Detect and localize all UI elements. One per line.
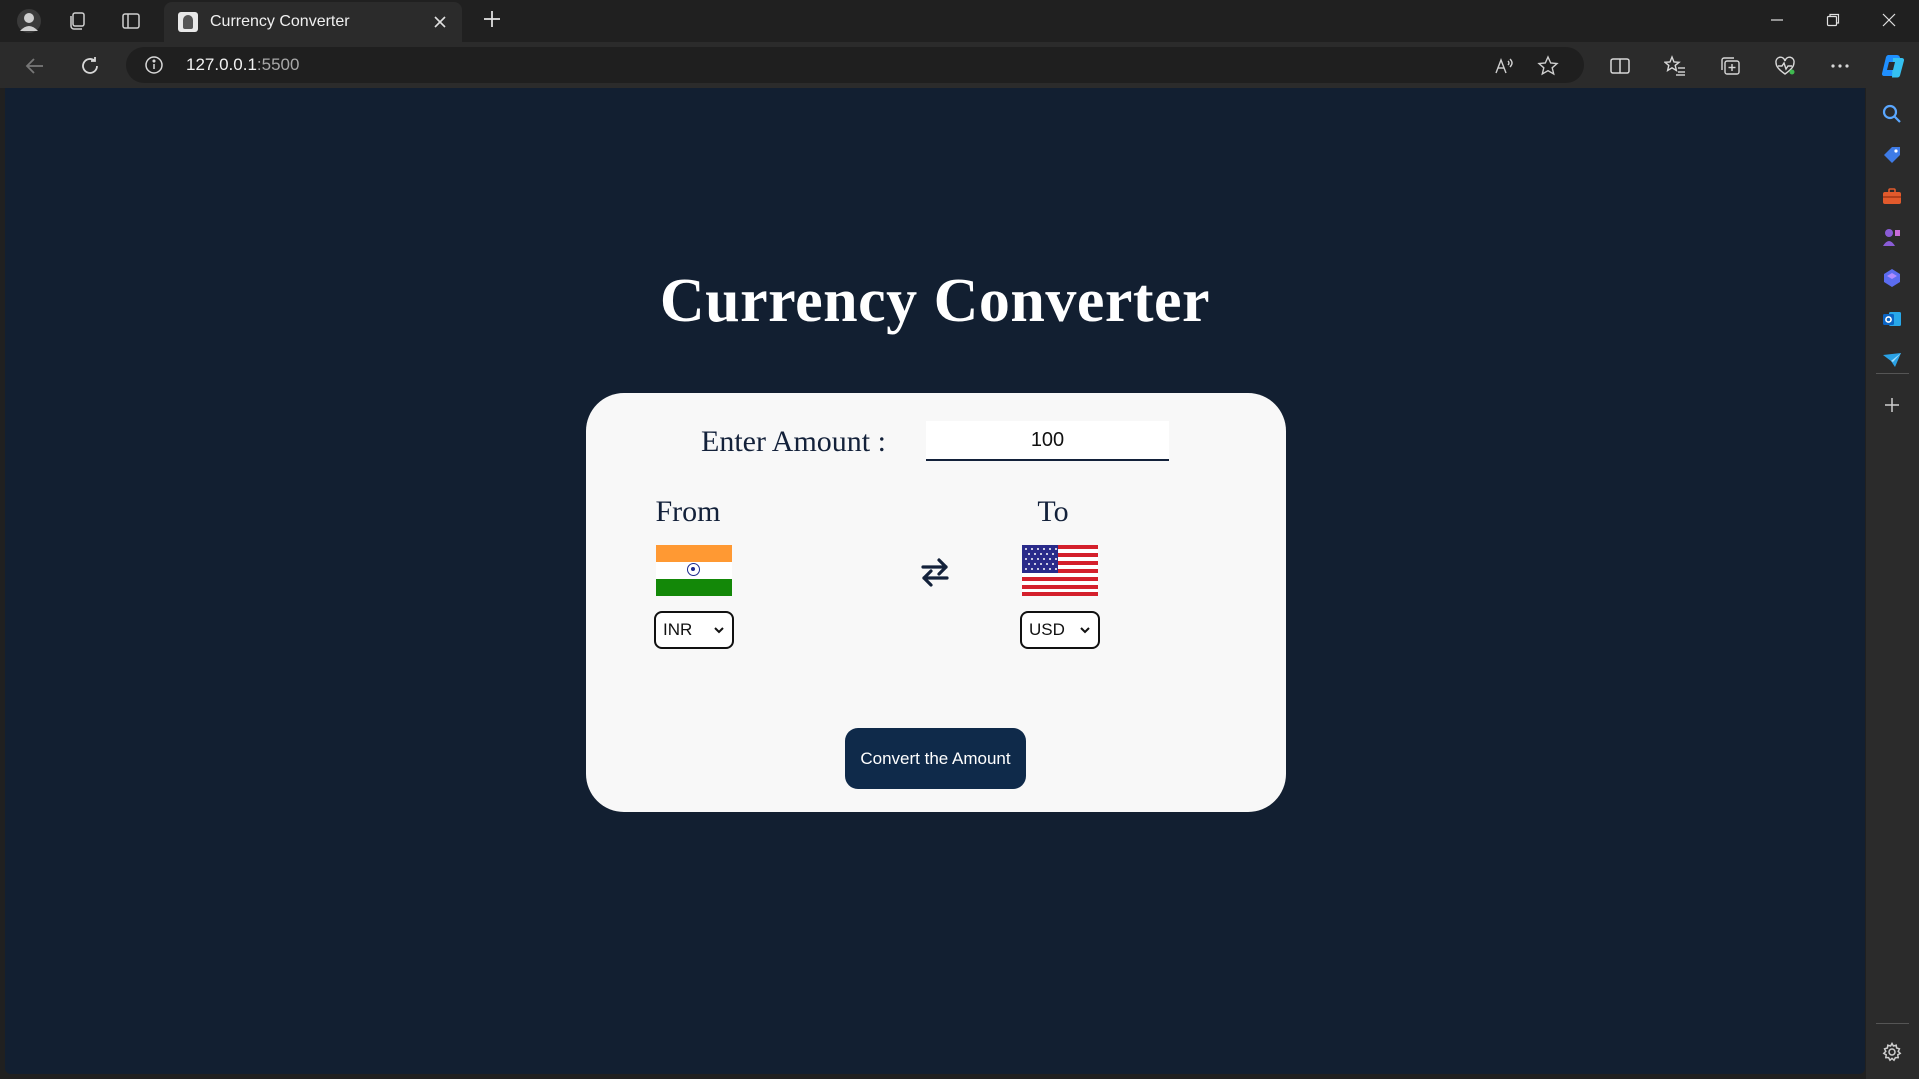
restore-icon[interactable] xyxy=(1805,0,1861,40)
from-label: From xyxy=(655,495,721,528)
new-tab-icon[interactable] xyxy=(478,8,506,36)
to-currency-select[interactable]: USD xyxy=(1020,611,1100,649)
edge-sidebar xyxy=(1866,88,1919,1079)
swap-arrows-icon[interactable] xyxy=(916,553,954,591)
url-text[interactable]: 127.0.0.1:5500 xyxy=(186,55,299,75)
copilot-icon[interactable] xyxy=(1878,51,1908,81)
to-currency-value: USD xyxy=(1029,620,1065,639)
tools-briefcase-icon[interactable] xyxy=(1879,183,1905,209)
profile-avatar-icon[interactable] xyxy=(16,8,42,34)
convert-button[interactable]: Convert the Amount xyxy=(845,728,1026,789)
sidebar-divider xyxy=(1876,373,1909,374)
to-label: To xyxy=(1037,495,1069,528)
url-port: :5500 xyxy=(256,55,300,74)
page-viewport: Currency Converter Enter Amount : From I… xyxy=(5,88,1865,1074)
outlook-icon[interactable] xyxy=(1879,306,1905,332)
close-tab-icon[interactable] xyxy=(428,10,452,34)
active-tab[interactable]: Currency Converter xyxy=(164,2,462,42)
read-aloud-icon[interactable] xyxy=(1493,55,1515,77)
sidebar-settings-gear-icon[interactable] xyxy=(1879,1039,1905,1065)
chevron-down-icon xyxy=(1078,623,1092,637)
favorite-star-icon[interactable] xyxy=(1537,55,1559,77)
tab-favicon-icon xyxy=(178,12,198,32)
amount-label: Enter Amount : xyxy=(701,425,886,458)
address-bar[interactable]: 127.0.0.1:5500 xyxy=(126,47,1584,83)
split-screen-icon[interactable] xyxy=(1605,51,1635,81)
add-sidebar-app-icon[interactable] xyxy=(1879,392,1905,418)
amount-input[interactable] xyxy=(926,421,1169,461)
page-title: Currency Converter xyxy=(659,267,1211,335)
browser-title-bar: Currency Converter xyxy=(0,0,1919,42)
copilot-apps-icon[interactable] xyxy=(1879,265,1905,291)
games-icon[interactable] xyxy=(1879,224,1905,250)
browser-essentials-icon[interactable] xyxy=(1770,51,1800,81)
tab-title: Currency Converter xyxy=(210,13,350,30)
browser-toolbar: 127.0.0.1:5500 xyxy=(0,42,1919,88)
minimize-icon[interactable] xyxy=(1749,0,1805,40)
from-currency-select[interactable]: INR xyxy=(654,611,734,649)
close-window-icon[interactable] xyxy=(1861,0,1917,40)
url-host: 127.0.0.1 xyxy=(186,55,257,74)
more-options-icon[interactable] xyxy=(1825,51,1855,81)
india-flag-icon xyxy=(656,545,732,596)
converter-card: Enter Amount : From INR To xyxy=(586,393,1286,812)
refresh-icon[interactable] xyxy=(75,51,105,81)
chevron-down-icon xyxy=(712,623,726,637)
usa-flag-icon xyxy=(1022,545,1098,596)
from-currency-value: INR xyxy=(663,620,693,639)
workspaces-icon[interactable] xyxy=(64,8,90,34)
favorites-icon[interactable] xyxy=(1660,51,1690,81)
search-icon[interactable] xyxy=(1879,101,1905,127)
site-info-icon[interactable] xyxy=(144,55,164,75)
vertical-tabs-icon[interactable] xyxy=(118,8,144,34)
telegram-send-icon[interactable] xyxy=(1879,347,1905,373)
collections-icon[interactable] xyxy=(1715,51,1745,81)
back-arrow-icon[interactable] xyxy=(20,51,50,81)
shopping-tag-icon[interactable] xyxy=(1879,142,1905,168)
sidebar-divider-bottom xyxy=(1876,1023,1909,1024)
